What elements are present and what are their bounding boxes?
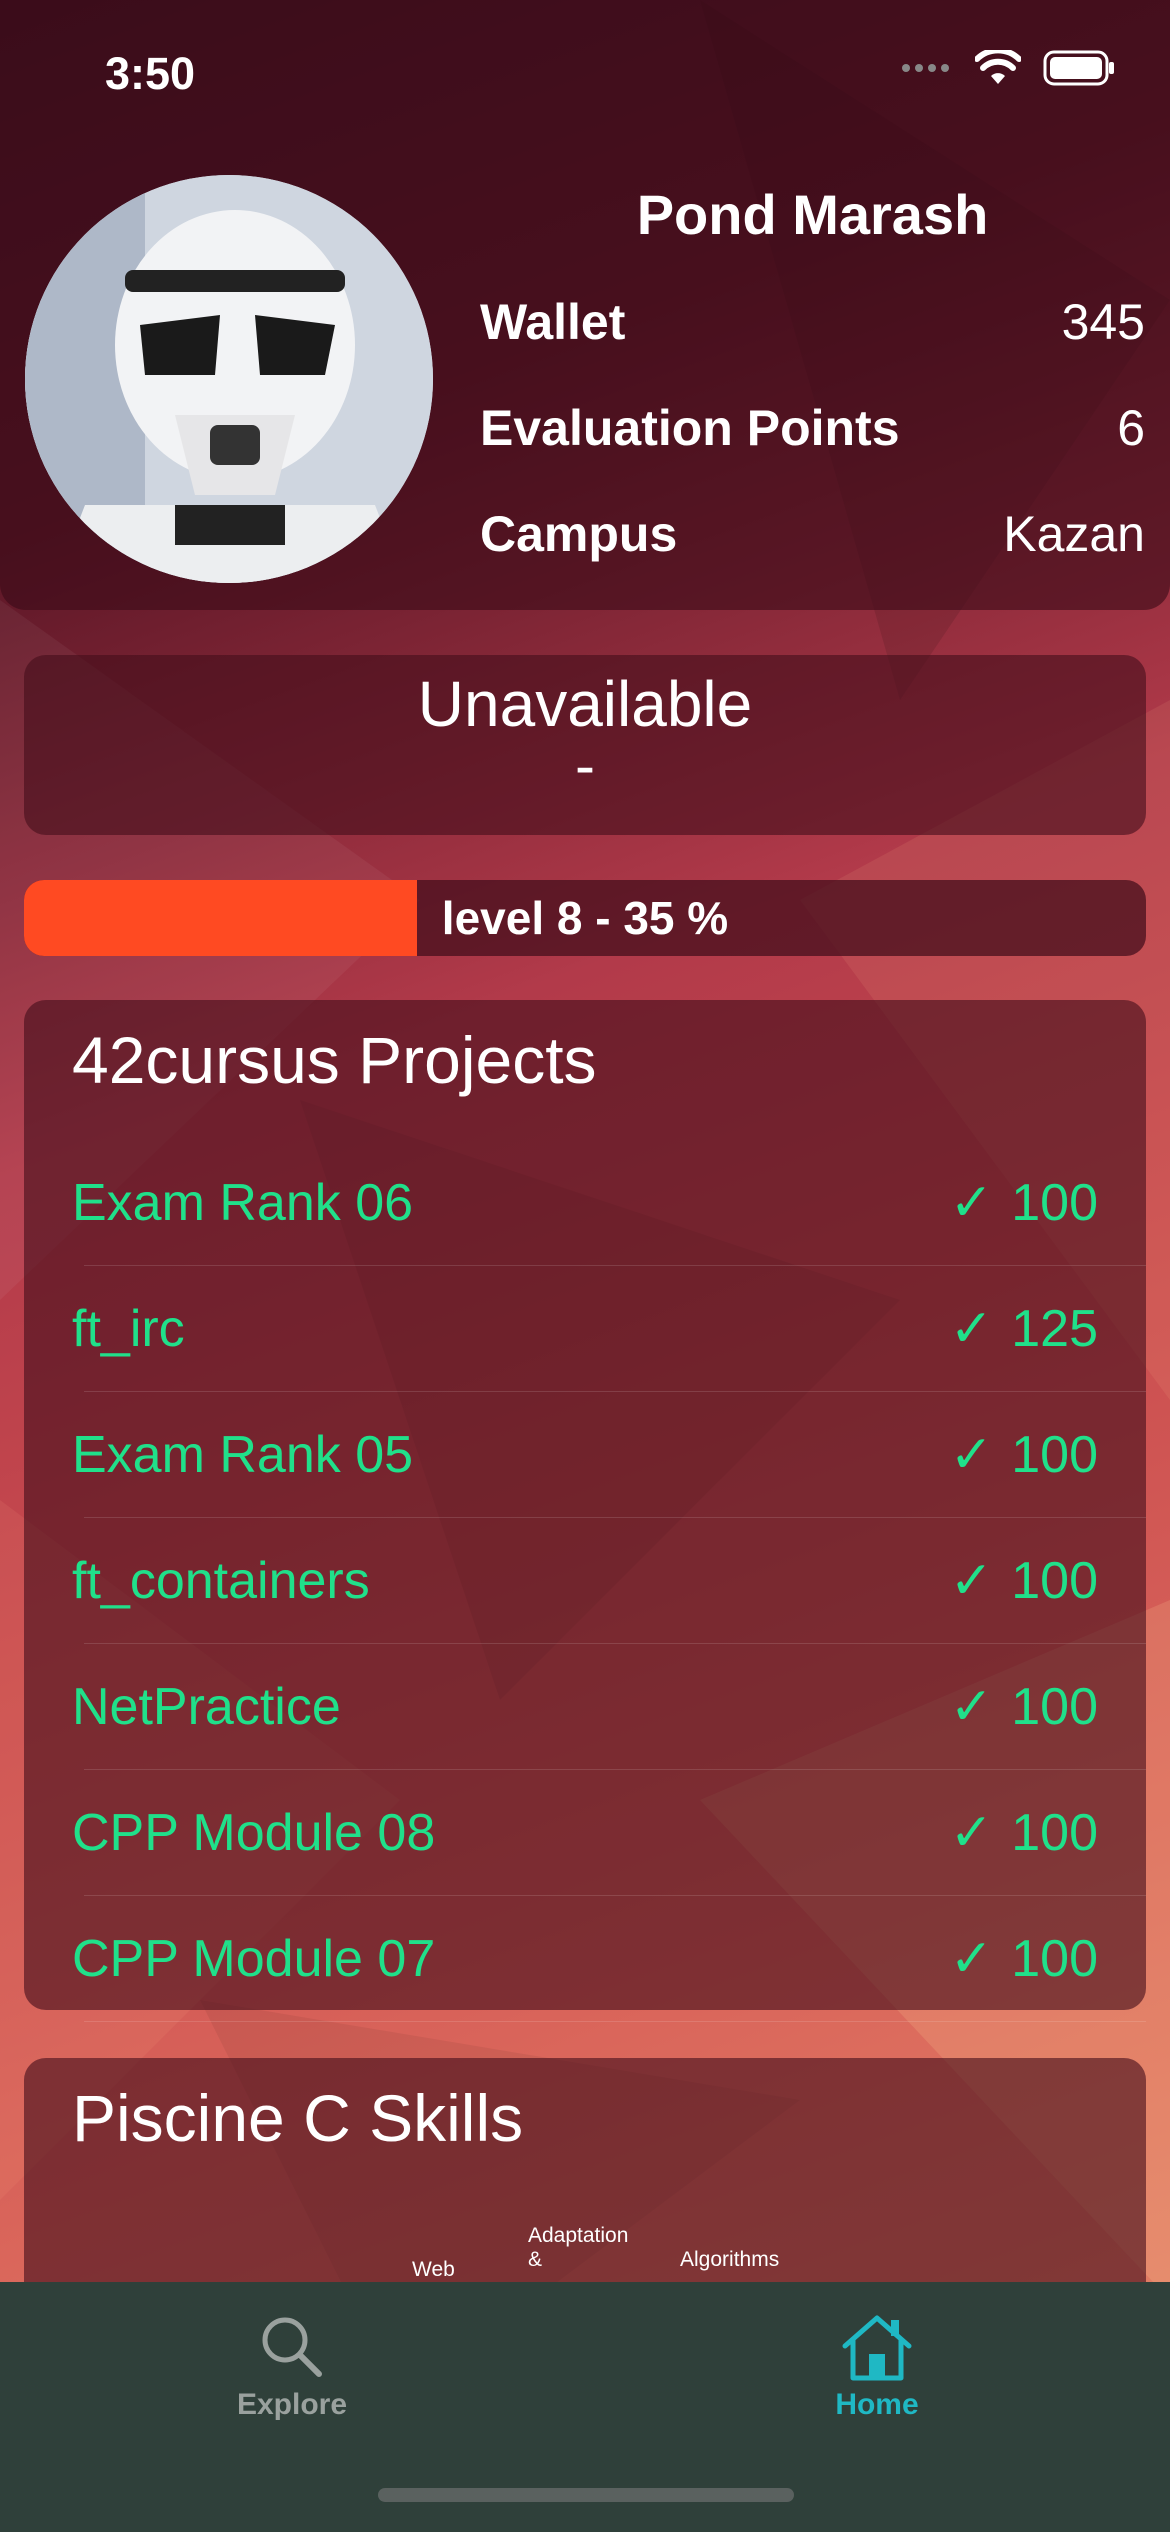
location-card: Unavailable - <box>24 655 1146 835</box>
project-name: CPP Module 08 <box>72 1804 436 1862</box>
projects-title: 42cursus Projects <box>72 1023 597 1097</box>
home-indicator <box>378 2488 794 2502</box>
stat-value: 345 <box>1061 294 1145 350</box>
project-score: ✓ 100 <box>950 1551 1098 1611</box>
project-row[interactable]: ft_irc ✓ 125 <box>24 1266 1146 1392</box>
project-score-value: 100 <box>1011 1552 1098 1610</box>
battery-icon <box>1043 50 1114 86</box>
skill-label: & <box>528 2248 543 2271</box>
home-icon <box>842 2315 912 2381</box>
check-icon: ✓ <box>949 1804 994 1862</box>
signal-icon <box>902 64 949 72</box>
project-name: NetPractice <box>72 1678 341 1736</box>
projects-list: Exam Rank 06 ✓ 100 ft_irc ✓ 125 Exam Rank … <box>24 1140 1146 2022</box>
project-name: ft_containers <box>72 1552 370 1610</box>
project-score: ✓ 100 <box>950 1929 1098 1989</box>
project-row[interactable]: CPP Module 07 ✓ 100 <box>24 1896 1146 2022</box>
check-icon: ✓ <box>949 1426 994 1484</box>
search-icon <box>262 2317 322 2377</box>
project-name: CPP Module 07 <box>72 1930 436 1988</box>
status-icons <box>901 50 1115 86</box>
check-icon: ✓ <box>949 1678 994 1736</box>
tab-explore-label: Explore <box>236 2388 348 2421</box>
stat-row-evaluation-points: Evaluation Points 6 <box>480 399 1145 457</box>
level-progress-bar: level 8 - 35 % <box>24 880 1146 956</box>
project-row[interactable]: ft_containers ✓ 100 <box>24 1518 1146 1644</box>
check-icon: ✓ <box>949 1174 994 1232</box>
wifi-icon <box>975 50 1021 84</box>
check-icon: ✓ <box>949 1552 994 1610</box>
project-name: ft_irc <box>72 1300 185 1358</box>
stat-label: Evaluation Points <box>480 400 900 456</box>
skill-label: Web <box>412 2258 455 2281</box>
stat-label: Wallet <box>480 294 626 350</box>
stat-row-campus: Campus Kazan <box>480 505 1145 563</box>
avatar <box>25 175 433 583</box>
project-score-value: 100 <box>1011 1174 1098 1232</box>
skill-label: Adaptation <box>528 2224 629 2247</box>
stormtrooper-avatar-image <box>25 175 433 583</box>
project-score: ✓ 100 <box>950 1173 1098 1233</box>
project-score-value: 100 <box>1011 1930 1098 1988</box>
project-score-value: 100 <box>1011 1426 1098 1484</box>
project-score: ✓ 100 <box>950 1803 1098 1863</box>
location-place: - <box>575 732 595 799</box>
project-row[interactable]: Exam Rank 05 ✓ 100 <box>24 1392 1146 1518</box>
location-status: Unavailable <box>417 668 753 740</box>
project-score: ✓ 125 <box>950 1299 1098 1359</box>
project-score-value: 100 <box>1011 1678 1098 1736</box>
tab-explore[interactable]: Explore <box>142 2312 442 2422</box>
project-score: ✓ 100 <box>950 1677 1098 1737</box>
skills-title: Piscine C Skills <box>72 2081 524 2155</box>
stat-value: Kazan <box>1003 506 1145 562</box>
stat-label: Campus <box>480 506 678 562</box>
skill-label: Algorithms <box>680 2248 780 2271</box>
project-name: Exam Rank 05 <box>72 1426 414 1484</box>
projects-card: 42cursus Projects Exam Rank 06 ✓ 100 ft_i… <box>24 1000 1146 2022</box>
project-row[interactable]: NetPractice ✓ 100 <box>24 1644 1146 1770</box>
level-text: level 8 - 35 % <box>441 892 729 944</box>
tab-home[interactable]: Home <box>727 2312 1027 2422</box>
project-score: ✓ 100 <box>950 1425 1098 1485</box>
project-score-value: 100 <box>1011 1804 1098 1862</box>
status-bar: 3:50 <box>0 0 1170 150</box>
tab-home-label: Home <box>835 2388 919 2421</box>
check-icon: ✓ <box>949 1300 994 1358</box>
project-name: Exam Rank 06 <box>72 1174 414 1232</box>
stat-value: 6 <box>1117 400 1145 456</box>
project-score-value: 125 <box>1011 1300 1098 1358</box>
project-row[interactable]: CPP Module 08 ✓ 100 <box>24 1770 1146 1896</box>
project-row[interactable]: Exam Rank 06 ✓ 100 <box>24 1140 1146 1266</box>
check-icon: ✓ <box>949 1930 994 1988</box>
status-time: 3:50 <box>105 48 196 99</box>
stat-row-wallet: Wallet 345 <box>480 293 1145 351</box>
profile-name: Pond Marash <box>636 183 989 246</box>
